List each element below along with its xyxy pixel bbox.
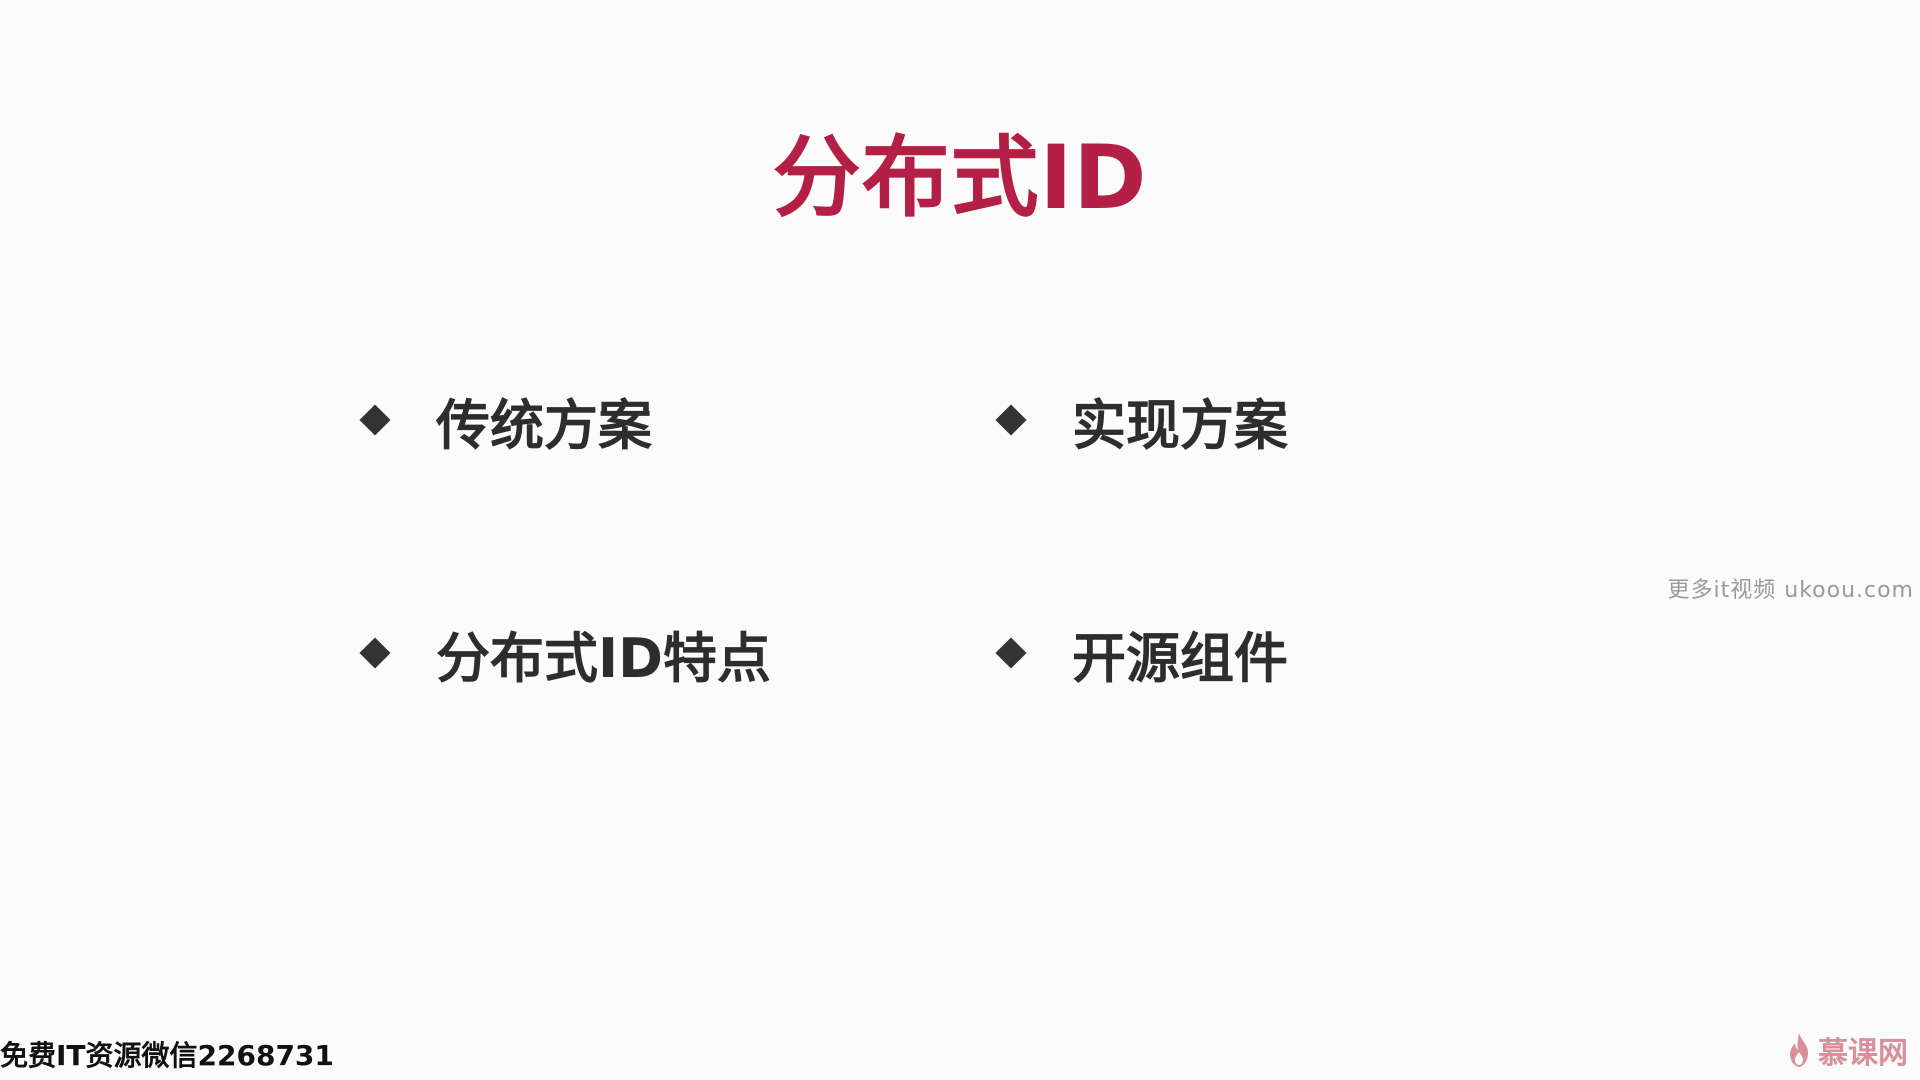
bullet-label: 实现方案: [1072, 393, 1288, 457]
brand-name: 慕课网: [1818, 1036, 1908, 1071]
diamond-bullet-icon: [359, 637, 391, 669]
brand-logo: 慕课网: [1786, 1028, 1908, 1072]
bullet-item-open-source: 开源组件: [995, 613, 1288, 693]
diamond-bullet-icon: [995, 637, 1027, 669]
site-watermark: 更多it视频 ukoou.com: [1667, 578, 1914, 603]
diamond-bullet-icon: [359, 404, 391, 436]
flame-logo-icon: [1790, 1033, 1808, 1067]
bullet-label: 开源组件: [1072, 626, 1288, 690]
slide-title: 分布式ID: [772, 126, 1148, 229]
bullet-item-features: 分布式ID特点: [359, 613, 771, 693]
bullet-item-traditional: 传统方案: [359, 380, 652, 460]
bullet-label: 传统方案: [436, 393, 652, 457]
diamond-bullet-icon: [995, 404, 1027, 436]
slide-canvas: 分布式ID 传统方案 实现方案 分布式ID特点 开源组件 更多it视频 ukoo…: [0, 0, 1920, 1080]
bullet-item-implementation: 实现方案: [995, 380, 1288, 460]
promo-watermark: 免费IT资源微信2268731: [0, 1039, 334, 1072]
bullet-label: 分布式ID特点: [436, 626, 771, 690]
